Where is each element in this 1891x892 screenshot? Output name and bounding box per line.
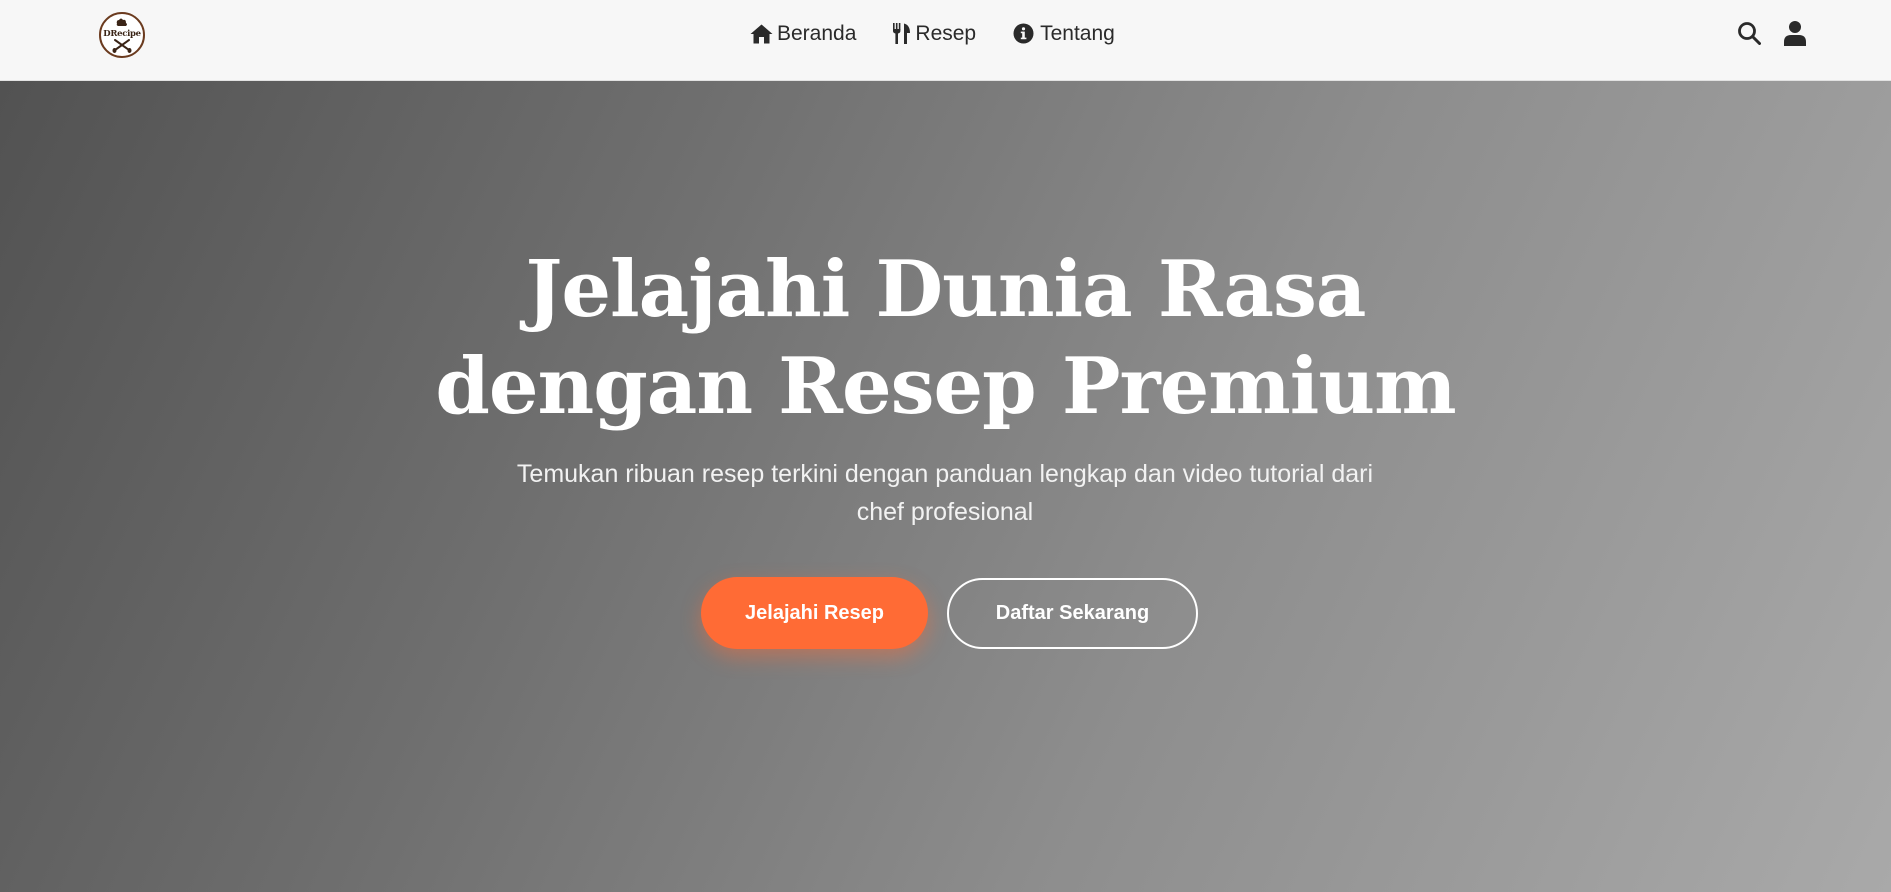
hero-title-line2: dengan Resep Premium — [435, 341, 1456, 432]
nav-item-beranda[interactable]: Beranda — [750, 22, 856, 46]
search-icon — [1738, 22, 1761, 45]
hero-subtitle: Temukan ribuan resep terkini dengan pand… — [470, 455, 1420, 531]
hero-section: Jelajahi Dunia Rasa dengan Resep Premium… — [0, 81, 1891, 892]
hero-subtitle-line1: Temukan ribuan resep terkini dengan pand… — [516, 460, 1374, 488]
home-icon — [750, 24, 773, 43]
info-circle-icon — [1013, 23, 1034, 44]
nav-label-resep: Resep — [915, 21, 977, 45]
user-icon — [1784, 20, 1806, 46]
hero-buttons: Jelajahi Resep Daftar Sekarang — [701, 577, 1198, 649]
navbar: DRecipe Beranda Resep Tentang — [0, 0, 1891, 81]
nav-label-beranda: Beranda — [777, 21, 857, 45]
hero-subtitle-line2: chef profesional — [856, 498, 1034, 526]
hero-title-line1: Jelajahi Dunia Rasa — [525, 244, 1367, 335]
user-button[interactable] — [1782, 19, 1808, 47]
nav-item-tentang[interactable]: Tentang — [1013, 22, 1115, 46]
nav-actions — [1736, 19, 1808, 47]
search-button[interactable] — [1736, 19, 1762, 47]
register-now-button[interactable]: Daftar Sekarang — [947, 577, 1198, 649]
utensils-icon — [893, 23, 911, 44]
nav-label-tentang: Tentang — [1040, 21, 1115, 45]
logo-text: DRecipe — [103, 29, 141, 39]
hero-title: Jelajahi Dunia Rasa dengan Resep Premium — [0, 241, 1891, 435]
brand-logo[interactable]: DRecipe — [99, 12, 145, 58]
explore-recipes-button[interactable]: Jelajahi Resep — [701, 577, 928, 649]
main-nav: Beranda Resep Tentang — [750, 0, 1115, 67]
nav-item-resep[interactable]: Resep — [892, 22, 976, 46]
